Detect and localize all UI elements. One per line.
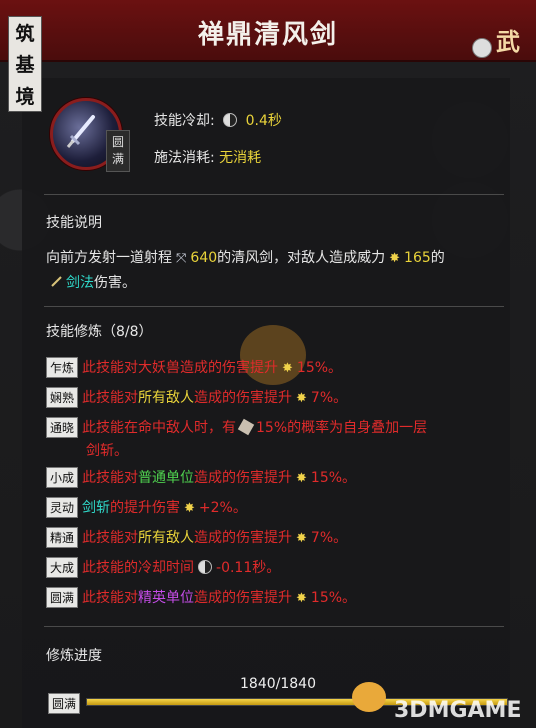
trait-tag: 圆满: [46, 587, 79, 608]
trait-row: 乍炼 此技能对大妖兽造成的伤害提升 ✸ 15%。: [46, 357, 342, 378]
description-text: 伤害。: [94, 275, 136, 291]
trait-value: +2%。: [198, 500, 247, 516]
cooldown-label: 技能冷却:: [154, 113, 215, 129]
trait-row: 小成 此技能对普通单位造成的伤害提升 ✸ 15%。: [46, 467, 356, 488]
progress-heading: 修炼进度: [46, 648, 102, 664]
trait-row: 通晓 此技能在命中敌人时，有 15%的概率为自身叠加一层: [46, 417, 427, 438]
trait-text: 此技能的冷却时间: [82, 560, 195, 576]
description-text: 的: [430, 250, 445, 266]
progress-text: 1840/1840: [240, 676, 316, 692]
trait-value: 7%。: [310, 390, 348, 406]
cooldown-value: 0.4秒: [245, 113, 282, 129]
cost-label: 施法消耗:: [154, 150, 215, 166]
trait-row: 精通 此技能对所有敌人造成的伤害提升 ✸ 7%。: [46, 527, 347, 548]
watermark-mascot: [352, 682, 386, 712]
trait-row: 大成 此技能的冷却时间 -0.11秒。: [46, 557, 280, 578]
description-heading: 技能说明: [46, 215, 102, 231]
power-icon: ✸: [184, 501, 195, 516]
range-icon: ⤧: [176, 251, 187, 266]
trait-text: 此技能对: [82, 590, 139, 606]
rank-char: 满: [111, 152, 124, 166]
cost-row: 施法消耗: 无消耗: [154, 147, 261, 167]
power-icon: ✸: [296, 591, 307, 606]
trait-value: -0.11秒。: [216, 560, 281, 576]
description-text: 的清风剑，对敌人造成威力: [217, 250, 386, 266]
trait-tag: 通晓: [46, 417, 79, 438]
trait-text: 造成的伤害提升: [194, 470, 293, 486]
trait-value: 15%。: [310, 470, 357, 486]
trait-highlight: 精英单位: [138, 590, 195, 606]
trait-row: 娴熟 此技能对所有敌人造成的伤害提升 ✸ 7%。: [46, 387, 347, 408]
divider: [44, 306, 504, 307]
trait-text: 此技能在命中敌人时，有: [82, 420, 237, 436]
trait-highlight: 所有敌人: [138, 530, 195, 546]
trait-highlight: 剑斩: [82, 500, 111, 516]
trait-text: 造成的伤害提升: [194, 530, 293, 546]
trait-text: 此技能对: [82, 390, 139, 406]
description-text: 向前方发射一道射程: [46, 250, 172, 266]
power-icon: ✸: [296, 531, 307, 546]
sword-type-icon: [51, 276, 62, 287]
power-icon: ✸: [389, 251, 401, 266]
trait-row: 灵动 剑斩的提升伤害 ✸ +2%。: [46, 497, 247, 518]
trait-text: 此技能对大妖兽造成的伤害提升: [82, 360, 279, 376]
divider: [44, 194, 504, 195]
realm-badge: 筑 基 境: [8, 16, 42, 112]
power-icon: ✸: [296, 471, 307, 486]
progress-tag: 圆满: [48, 693, 81, 714]
description-line-1: 向前方发射一道射程 ⤧ 640的清风剑，对敌人造成威力 ✸ 165的: [46, 247, 445, 267]
shard-icon: [237, 418, 255, 436]
trait-text: 此技能对: [82, 530, 139, 546]
watermark: 3DMGAME: [394, 698, 522, 723]
trait-highlight: 所有敌人: [138, 390, 195, 406]
trait-tag: 小成: [46, 467, 79, 488]
trait-text: 的提升伤害: [110, 500, 181, 516]
trait-row-continued: 剑斩。: [86, 440, 128, 460]
trait-text: 剑斩。: [86, 443, 128, 459]
trait-value: 7%。: [310, 530, 348, 546]
yin-yang-icon[interactable]: [472, 38, 492, 58]
power-value: 165: [404, 250, 431, 266]
trait-text: 造成的伤害提升: [194, 590, 293, 606]
realm-char: 筑: [15, 23, 35, 46]
trait-tag: 娴熟: [46, 387, 79, 408]
damage-type: 剑法: [66, 275, 94, 291]
trait-value: 15%的概率为自身叠加一层: [256, 420, 428, 436]
trait-tag: 灵动: [46, 497, 79, 518]
trait-row: 圆满 此技能对精英单位造成的伤害提升 ✸ 15%。: [46, 587, 356, 608]
cooldown-row: 技能冷却: 0.4秒: [154, 110, 282, 130]
trait-tag: 精通: [46, 527, 79, 548]
cooldown-icon: [223, 113, 238, 127]
martial-tab-glyph[interactable]: 武: [496, 30, 520, 54]
trait-value: 15%。: [296, 360, 343, 376]
trait-tag: 乍炼: [46, 357, 79, 378]
power-icon: ✸: [296, 391, 307, 406]
cost-value: 无消耗: [219, 150, 262, 166]
trait-text: 此技能对: [82, 470, 139, 486]
trait-text: 造成的伤害提升: [194, 390, 293, 406]
cooldown-icon: [198, 560, 213, 574]
cultivation-heading: 技能修炼（8/8）: [46, 324, 153, 340]
divider: [44, 626, 504, 627]
rank-badge: 圆 满: [106, 130, 130, 172]
trait-value: 15%。: [310, 590, 357, 606]
power-icon: ✸: [282, 361, 293, 376]
realm-char: 基: [15, 54, 35, 77]
rank-char: 圆: [111, 135, 124, 149]
trait-highlight: 普通单位: [138, 470, 195, 486]
range-value: 640: [190, 250, 218, 266]
trait-tag: 大成: [46, 557, 79, 578]
description-line-2: 剑法伤害。: [46, 272, 136, 292]
skill-title: 禅鼎清风剑: [197, 20, 338, 50]
realm-char: 境: [15, 85, 35, 108]
